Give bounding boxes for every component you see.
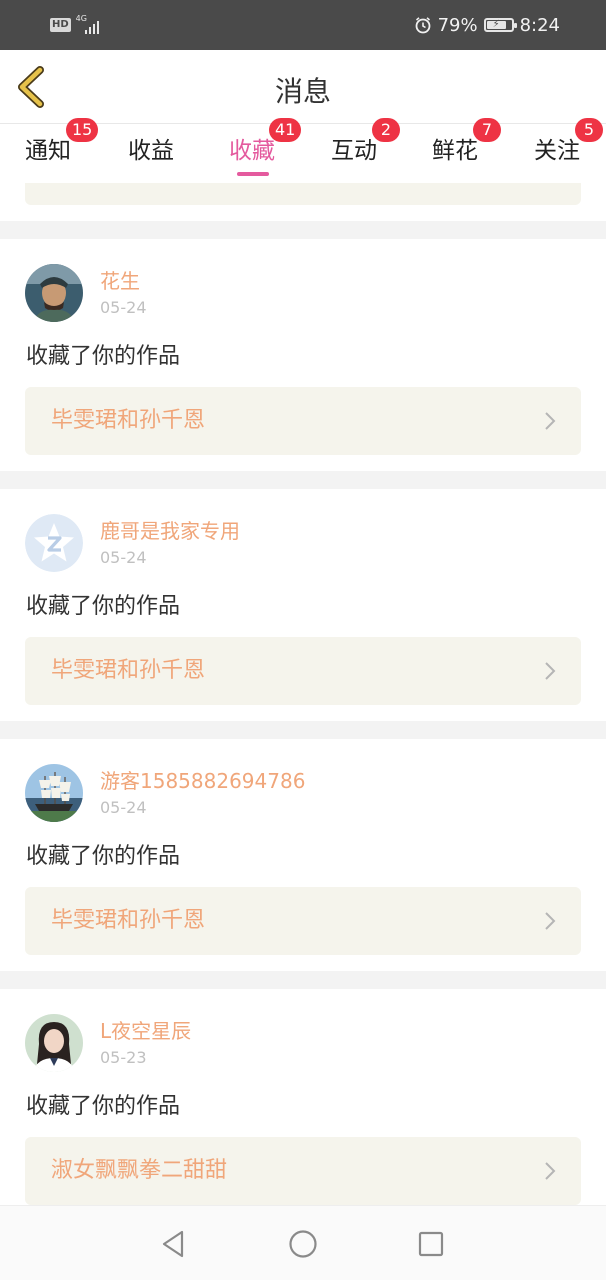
square-recents-icon xyxy=(418,1231,444,1257)
status-bar: HD 4G 79% ⚡ 8:24 xyxy=(0,0,606,50)
list-item: L夜空星辰 05-23 收藏了你的作品 淑女飘飘拳二甜甜 xyxy=(0,989,606,1205)
tab-favorites[interactable]: 收藏 41 xyxy=(207,118,302,183)
list-item: 花生 05-24 收藏了你的作品 毕雯珺和孙千恩 xyxy=(0,239,606,471)
badge-count: 15 xyxy=(66,118,99,142)
hd-indicator: HD xyxy=(50,18,71,32)
divider xyxy=(0,971,606,989)
tab-bar: 通知 15 收益 收藏 41 互动 2 鲜花 7 关注 5 xyxy=(0,118,606,183)
system-nav-bar xyxy=(0,1205,606,1280)
work-link[interactable]: 毕雯珺和孙千恩 xyxy=(25,637,581,705)
action-text: 收藏了你的作品 xyxy=(26,344,181,369)
badge-count: 2 xyxy=(372,118,400,142)
badge-count: 41 xyxy=(269,118,302,142)
status-right: 79% ⚡ 8:24 xyxy=(414,12,560,38)
clock: 8:24 xyxy=(519,14,560,36)
work-title: 淑女飘飘拳二甜甜 xyxy=(51,1158,228,1183)
alarm-icon xyxy=(415,17,430,34)
tab-notifications[interactable]: 通知 15 xyxy=(3,118,99,183)
message-date: 05-23 xyxy=(100,1048,147,1067)
divider xyxy=(0,221,606,239)
divider xyxy=(0,471,606,489)
work-link[interactable]: 毕雯珺和孙千恩 xyxy=(25,887,581,955)
nav-recents-button[interactable] xyxy=(411,1226,451,1262)
badge-count: 7 xyxy=(473,118,501,142)
page-title: 消息 xyxy=(274,75,331,108)
message-date: 05-24 xyxy=(100,798,147,817)
action-text: 收藏了你的作品 xyxy=(26,1094,181,1119)
app-header: 消息 xyxy=(0,50,606,124)
message-date: 05-24 xyxy=(100,548,147,567)
list-item: 游客1585882694786 05-24 收藏了你的作品 毕雯珺和孙千恩 xyxy=(0,739,606,971)
work-title: 毕雯珺和孙千恩 xyxy=(51,908,206,933)
list-item: 鹿哥是我家专用 05-24 收藏了你的作品 毕雯珺和孙千恩 xyxy=(0,489,606,721)
message-list[interactable]: 花生 05-24 收藏了你的作品 毕雯珺和孙千恩 鹿哥是我家专用 05-24 收… xyxy=(0,183,606,1205)
avatar[interactable] xyxy=(25,764,83,822)
tab-follows[interactable]: 关注 5 xyxy=(512,118,603,183)
status-left: HD 4G xyxy=(50,14,103,36)
triangle-back-icon xyxy=(162,1230,184,1258)
tab-flowers[interactable]: 鲜花 7 xyxy=(410,118,501,183)
tab-interactions[interactable]: 互动 2 xyxy=(309,118,400,183)
action-text: 收藏了你的作品 xyxy=(26,594,181,619)
work-link[interactable]: 淑女飘飘拳二甜甜 xyxy=(25,1137,581,1205)
username[interactable]: 花生 xyxy=(100,269,140,293)
circle-home-icon xyxy=(289,1230,317,1258)
battery-percent: 79% xyxy=(437,14,478,36)
tab-label: 收益 xyxy=(128,138,174,164)
action-text: 收藏了你的作品 xyxy=(26,844,181,869)
work-link[interactable]: 毕雯珺和孙千恩 xyxy=(25,387,581,455)
avatar[interactable] xyxy=(25,1014,83,1072)
message-date: 05-24 xyxy=(100,298,147,317)
username[interactable]: 游客1585882694786 xyxy=(100,769,305,793)
battery-icon: ⚡ xyxy=(483,18,517,32)
signal-icon: 4G xyxy=(75,14,103,36)
avatar[interactable] xyxy=(25,264,83,322)
work-title: 毕雯珺和孙千恩 xyxy=(51,658,206,683)
work-title: 毕雯珺和孙千恩 xyxy=(51,408,206,433)
chevron-right-icon xyxy=(545,1162,556,1180)
username[interactable]: 鹿哥是我家专用 xyxy=(100,519,240,543)
work-link-partial[interactable] xyxy=(25,183,581,205)
chevron-right-icon xyxy=(545,912,556,930)
active-tab-indicator xyxy=(237,172,269,176)
badge-count: 5 xyxy=(575,118,603,142)
avatar[interactable] xyxy=(25,514,83,572)
nav-home-button[interactable] xyxy=(283,1226,323,1262)
divider xyxy=(0,721,606,739)
chevron-right-icon xyxy=(545,412,556,430)
nav-back-button[interactable] xyxy=(153,1226,193,1262)
chevron-right-icon xyxy=(545,662,556,680)
username[interactable]: L夜空星辰 xyxy=(100,1019,191,1043)
tab-earnings[interactable]: 收益 xyxy=(106,125,196,183)
